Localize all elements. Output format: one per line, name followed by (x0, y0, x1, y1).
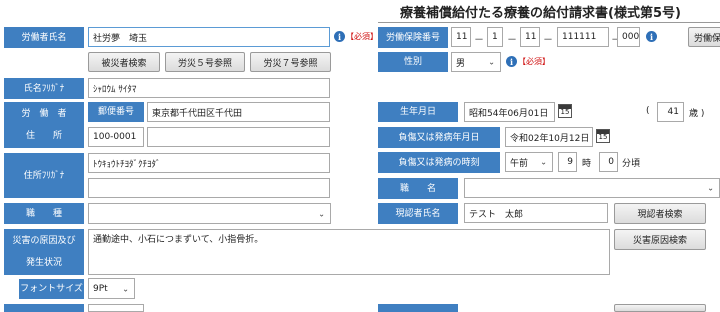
witness-input[interactable]: テスト 太郎 (464, 203, 608, 223)
injury-minute-unit: 分頃 (622, 159, 641, 169)
worker-address-label-line2: 住 所 (25, 131, 62, 141)
birthdate-calendar-icon[interactable]: 15 (558, 104, 572, 118)
postal-code-label: 郵便番号 (88, 102, 144, 122)
gender-required-mark: 【必須】 (518, 57, 550, 66)
worker-name-info-icon[interactable]: i (334, 31, 345, 42)
injury-hour-input[interactable]: 9 (558, 152, 577, 172)
gender-select[interactable]: 男 ⌄ (451, 52, 501, 72)
address-line2-input[interactable] (147, 127, 330, 147)
chevron-down-icon: ⌄ (122, 284, 129, 293)
name-kana-label: 氏名ﾌﾘｶﾞﾅ (4, 78, 84, 99)
injury-date-input[interactable]: 令和02年10月12日 (505, 127, 593, 147)
insurance-number-part4[interactable]: 111111 (557, 27, 609, 47)
worker-address-label-line1: 労 働 者 (21, 109, 67, 119)
name-kana-input[interactable]: ｼｬﾛｳﾑ ｻｲﾀﾏ (88, 78, 330, 98)
insurance-number-part1[interactable]: 11 (451, 27, 471, 47)
worker-name-label: 労働者氏名 (4, 27, 84, 48)
insurance-number-part2[interactable]: 1 (487, 27, 503, 47)
position-label: 職 名 (378, 178, 458, 199)
injury-hour-unit: 時 (582, 159, 592, 169)
insurance-number-sep2: － (507, 35, 517, 46)
worker-name-input[interactable]: 社労夢 埼玉 (88, 27, 330, 47)
accident-cause-textarea[interactable]: 通勤途中、小石につまずいて、小指骨折。 (88, 229, 610, 275)
ref-form5-button[interactable]: 労災５号参照 (165, 52, 245, 72)
insurance-number-part3[interactable]: 11 (520, 27, 540, 47)
insurance-number-sep1: － (474, 35, 484, 46)
victim-search-button[interactable]: 被災者検索 (88, 52, 160, 72)
insurance-number-label: 労働保険番号 (378, 27, 448, 48)
witness-search-button[interactable]: 現認者検索 (614, 203, 706, 224)
position-select[interactable]: ⌄ (464, 178, 720, 198)
occupation-select[interactable]: ⌄ (88, 203, 331, 224)
insurance-number-part5[interactable]: 000 (617, 27, 640, 47)
accident-cause-label-line2: 発生状況 (25, 258, 62, 268)
chevron-down-icon: ⌄ (488, 57, 495, 67)
age-input[interactable]: 41 (657, 102, 684, 122)
postal-code-input[interactable]: 100-0001 (88, 127, 144, 147)
font-size-label: フォントサイズ (19, 279, 84, 299)
injury-ampm-select[interactable]: 午前 ⌄ (505, 152, 553, 172)
bottom-right-label-cutoff (378, 304, 458, 312)
page-title: 療養補償給付たる療養の給付請求書(様式第5号) (400, 6, 681, 21)
injury-ampm-value: 午前 (510, 158, 529, 169)
address-kana-label: 住所ﾌﾘｶﾞﾅ (4, 153, 84, 198)
birthdate-label: 生年月日 (378, 102, 458, 122)
injury-time-label: 負傷又は発病の時刻 (378, 152, 500, 173)
chevron-down-icon: ⌄ (318, 209, 325, 218)
chevron-down-icon: ⌄ (540, 157, 547, 167)
address-kana-input[interactable]: ﾄｳｷｮｳﾄﾁﾖﾀﾞｸﾁﾖﾀﾞ (88, 153, 330, 173)
injury-date-calendar-icon[interactable]: 15 (596, 129, 610, 143)
address-kana-line2-input[interactable] (88, 178, 330, 198)
age-open-paren: ( (646, 106, 650, 116)
gender-info-icon[interactable]: i (506, 56, 517, 67)
worker-address-label: 労 働 者 住 所 (4, 102, 84, 148)
font-size-select-value: 9Pt (93, 283, 108, 294)
font-size-select[interactable]: 9Pt ⌄ (88, 278, 135, 299)
title-underline (378, 22, 720, 23)
address-input[interactable]: 東京都千代田区千代田 (147, 102, 330, 122)
accident-cause-search-button[interactable]: 災害原因検索 (614, 229, 706, 250)
chevron-down-icon: ⌄ (707, 183, 714, 193)
injury-minute-input[interactable]: 0 (599, 152, 618, 172)
labor-insurance-button-cutoff[interactable]: 労働保 (688, 27, 720, 47)
bottom-row-label-cutoff (4, 304, 84, 312)
witness-label: 現認者氏名 (378, 203, 458, 224)
gender-label: 性別 (378, 52, 448, 72)
accident-cause-label-line1: 災害の原因及び (12, 236, 76, 246)
bottom-row-input-cutoff[interactable] (88, 304, 144, 312)
insurance-number-info-icon[interactable]: i (646, 31, 657, 42)
birthdate-input[interactable]: 昭和54年06月01日 (464, 102, 555, 122)
injury-date-label: 負傷又は発病年月日 (378, 127, 500, 148)
ref-form7-button[interactable]: 労災７号参照 (250, 52, 331, 72)
gender-select-value: 男 (456, 58, 466, 69)
age-unit: 歳 ) (689, 109, 705, 119)
accident-cause-label: 災害の原因及び 発生状況 (4, 229, 84, 275)
worker-name-required-mark: 【必須】 (346, 32, 378, 41)
insurance-number-sep3: － (543, 35, 553, 46)
bottom-right-button-cutoff[interactable] (614, 304, 706, 312)
occupation-label: 職 種 (4, 203, 84, 224)
